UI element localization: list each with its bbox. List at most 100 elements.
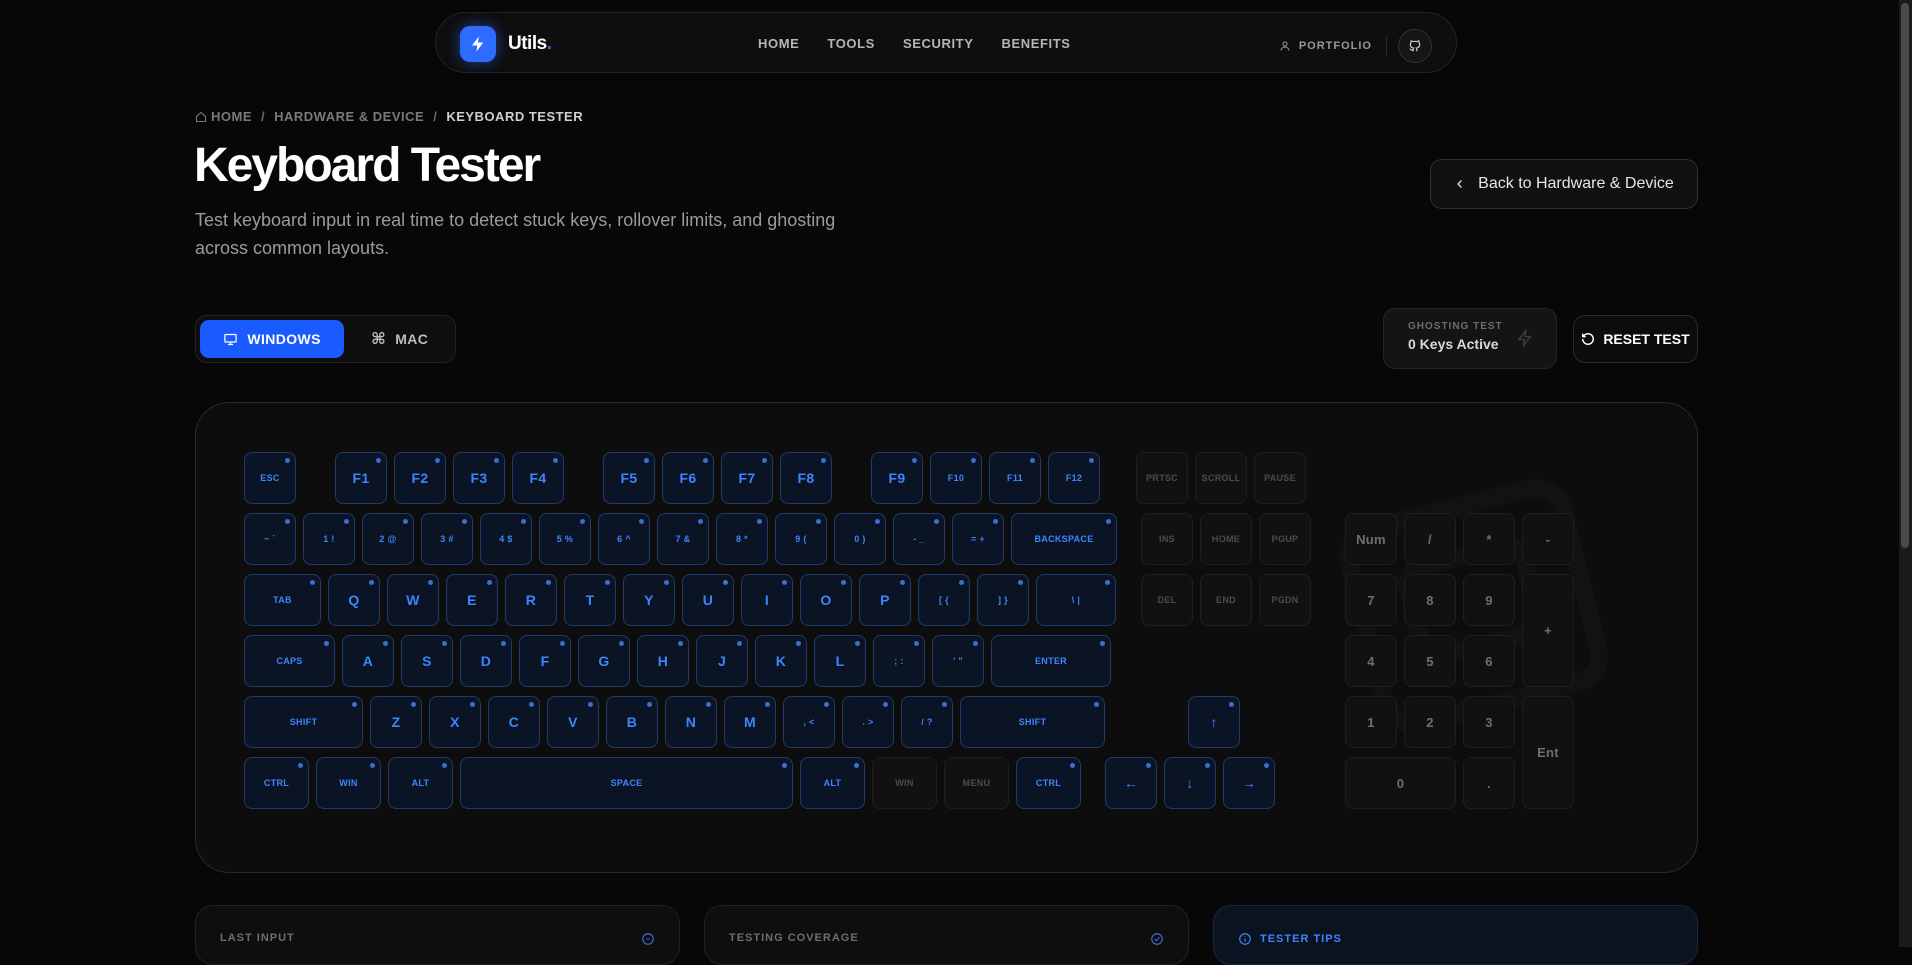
- key-7[interactable]: 7 &: [657, 513, 709, 565]
- key-scroll[interactable]: SCROLL: [1195, 452, 1247, 504]
- key-pause[interactable]: PAUSE: [1254, 452, 1306, 504]
- key-ins[interactable]: INS: [1141, 513, 1193, 565]
- key-7[interactable]: 7: [1345, 574, 1397, 626]
- key-a[interactable]: A: [342, 635, 394, 687]
- key-9[interactable]: 9: [1463, 574, 1515, 626]
- key-del[interactable]: DEL: [1141, 574, 1193, 626]
- key-i[interactable]: I: [741, 574, 793, 626]
- key-sym[interactable]: ' ": [932, 635, 984, 687]
- key-pgdn[interactable]: PGDN: [1259, 574, 1311, 626]
- key-ent[interactable]: Ent: [1522, 696, 1574, 809]
- key-ctrl[interactable]: CTRL: [244, 757, 309, 809]
- breadcrumb-category[interactable]: HARDWARE & DEVICE: [274, 109, 424, 124]
- key-o[interactable]: O: [800, 574, 852, 626]
- breadcrumb-home[interactable]: HOME: [211, 109, 252, 124]
- key-enter[interactable]: ENTER: [991, 635, 1111, 687]
- key-8[interactable]: 8 *: [716, 513, 768, 565]
- mac-os-button[interactable]: ⌘ MAC: [348, 320, 451, 358]
- nav-link-security[interactable]: SECURITY: [903, 36, 974, 51]
- key-sym[interactable]: .: [1463, 757, 1515, 809]
- key-1[interactable]: 1 !: [303, 513, 355, 565]
- key-num[interactable]: Num: [1345, 513, 1397, 565]
- key-l[interactable]: L: [814, 635, 866, 687]
- key-sym[interactable]: →: [1223, 757, 1275, 809]
- key-shift[interactable]: SHIFT: [244, 696, 363, 748]
- key-f5[interactable]: F5: [603, 452, 655, 504]
- key-shift[interactable]: SHIFT: [960, 696, 1105, 748]
- key-caps[interactable]: CAPS: [244, 635, 335, 687]
- key-j[interactable]: J: [696, 635, 748, 687]
- key-m[interactable]: M: [724, 696, 776, 748]
- key-r[interactable]: R: [505, 574, 557, 626]
- key-sym[interactable]: ; :: [873, 635, 925, 687]
- key-f3[interactable]: F3: [453, 452, 505, 504]
- key-sym[interactable]: \ |: [1036, 574, 1116, 626]
- key-space[interactable]: SPACE: [460, 757, 793, 809]
- key-2[interactable]: 2 @: [362, 513, 414, 565]
- key-v[interactable]: V: [547, 696, 599, 748]
- key-1[interactable]: 1: [1345, 696, 1397, 748]
- key-8[interactable]: 8: [1404, 574, 1456, 626]
- key-f7[interactable]: F7: [721, 452, 773, 504]
- key-u[interactable]: U: [682, 574, 734, 626]
- key-f10[interactable]: F10: [930, 452, 982, 504]
- key-sym[interactable]: ↓: [1164, 757, 1216, 809]
- key-k[interactable]: K: [755, 635, 807, 687]
- key-alt[interactable]: ALT: [800, 757, 865, 809]
- key-f2[interactable]: F2: [394, 452, 446, 504]
- key-9[interactable]: 9 (: [775, 513, 827, 565]
- key-f9[interactable]: F9: [871, 452, 923, 504]
- key-c[interactable]: C: [488, 696, 540, 748]
- key-f8[interactable]: F8: [780, 452, 832, 504]
- windows-os-button[interactable]: WINDOWS: [200, 320, 345, 358]
- key-e[interactable]: E: [446, 574, 498, 626]
- key-q[interactable]: Q: [328, 574, 380, 626]
- key-sym[interactable]: ~ `: [244, 513, 296, 565]
- reset-test-button[interactable]: RESET TEST: [1573, 315, 1698, 363]
- key-sym[interactable]: . >: [842, 696, 894, 748]
- portfolio-link[interactable]: PORTFOLIO: [1279, 40, 1372, 52]
- key-3[interactable]: 3 #: [421, 513, 473, 565]
- key-3[interactable]: 3: [1463, 696, 1515, 748]
- key-f[interactable]: F: [519, 635, 571, 687]
- key-t[interactable]: T: [564, 574, 616, 626]
- key-f1[interactable]: F1: [335, 452, 387, 504]
- nav-link-tools[interactable]: TOOLS: [827, 36, 875, 51]
- key-h[interactable]: H: [637, 635, 689, 687]
- key-g[interactable]: G: [578, 635, 630, 687]
- key-f12[interactable]: F12: [1048, 452, 1100, 504]
- key-b[interactable]: B: [606, 696, 658, 748]
- key-win[interactable]: WIN: [316, 757, 381, 809]
- key-sym[interactable]: *: [1463, 513, 1515, 565]
- key-sym[interactable]: ] }: [977, 574, 1029, 626]
- key-2[interactable]: 2: [1404, 696, 1456, 748]
- bolt-logo-icon[interactable]: [460, 26, 496, 62]
- key-y[interactable]: Y: [623, 574, 675, 626]
- nav-link-home[interactable]: HOME: [758, 36, 799, 51]
- key-f4[interactable]: F4: [512, 452, 564, 504]
- key-x[interactable]: X: [429, 696, 481, 748]
- back-to-category-button[interactable]: Back to Hardware & Device: [1430, 159, 1698, 209]
- key-s[interactable]: S: [401, 635, 453, 687]
- key-sym[interactable]: - _: [893, 513, 945, 565]
- key-prtsc[interactable]: PRTSC: [1136, 452, 1188, 504]
- key-f6[interactable]: F6: [662, 452, 714, 504]
- key-z[interactable]: Z: [370, 696, 422, 748]
- key-d[interactable]: D: [460, 635, 512, 687]
- key-menu[interactable]: MENU: [944, 757, 1009, 809]
- nav-link-benefits[interactable]: BENEFITS: [1001, 36, 1070, 51]
- key-sym[interactable]: , <: [783, 696, 835, 748]
- key-p[interactable]: P: [859, 574, 911, 626]
- key-sym[interactable]: /: [1404, 513, 1456, 565]
- key-backspace[interactable]: BACKSPACE: [1011, 513, 1117, 565]
- key-sym[interactable]: +: [1522, 574, 1574, 687]
- key-esc[interactable]: ESC: [244, 452, 296, 504]
- key-4[interactable]: 4: [1345, 635, 1397, 687]
- key-w[interactable]: W: [387, 574, 439, 626]
- key-sym[interactable]: [ {: [918, 574, 970, 626]
- key-5[interactable]: 5: [1404, 635, 1456, 687]
- key-alt[interactable]: ALT: [388, 757, 453, 809]
- key-f11[interactable]: F11: [989, 452, 1041, 504]
- key-pgup[interactable]: PGUP: [1259, 513, 1311, 565]
- key-home[interactable]: HOME: [1200, 513, 1252, 565]
